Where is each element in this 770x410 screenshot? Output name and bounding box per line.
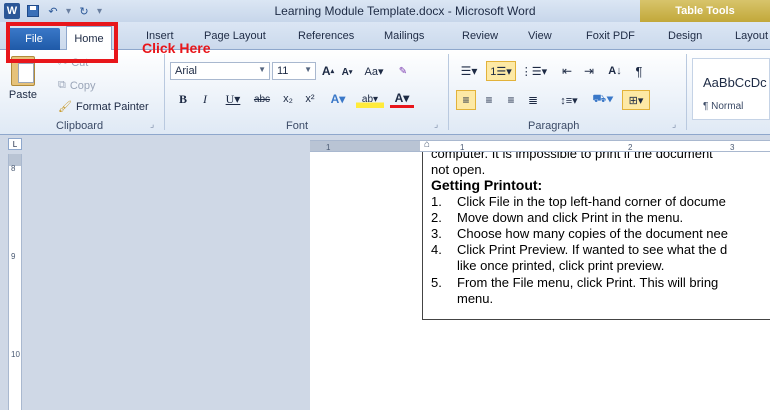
list-item-continuation: menu. <box>457 291 494 306</box>
tab-layout[interactable]: Layout <box>735 30 768 42</box>
tab-page-layout[interactable]: Page Layout <box>204 30 266 42</box>
list-item: Click File in the top left-hand corner o… <box>457 194 726 209</box>
strikethrough-icon[interactable]: abc <box>250 90 274 108</box>
borders-icon[interactable]: ⊞▾ <box>622 90 650 110</box>
subscript-icon[interactable]: x₂ <box>280 90 296 108</box>
table-tools-context-label: Table Tools <box>640 0 770 22</box>
multilevel-list-icon[interactable]: ⋮☰▾ <box>520 62 548 80</box>
list-item: Move down and click Print in the menu. <box>457 210 684 225</box>
list-number: 1. <box>431 194 442 209</box>
font-color-icon[interactable]: A▾ <box>390 90 414 108</box>
text-effects-icon[interactable]: A▾ <box>326 90 350 108</box>
ruler-tick: 1 <box>326 143 331 152</box>
tab-view[interactable]: View <box>528 30 552 42</box>
group-divider <box>448 54 449 130</box>
list-item: Click Print Preview. If wanted to see wh… <box>457 242 728 257</box>
indent-marker-icon[interactable]: ⌂ <box>424 141 430 150</box>
align-right-icon[interactable]: ≡ <box>502 90 520 110</box>
align-left-icon[interactable]: ≡ <box>456 90 476 110</box>
clipboard-group-label: Clipboard <box>56 120 104 132</box>
doc-heading: Getting Printout: <box>431 177 543 193</box>
chevron-down-icon: ▼ <box>304 65 312 74</box>
justify-icon[interactable]: ≣ <box>524 90 542 110</box>
paste-button[interactable]: Paste <box>6 56 40 106</box>
tab-design[interactable]: Design <box>668 30 702 42</box>
annotation-highlight-box <box>6 22 118 63</box>
group-divider <box>686 54 687 130</box>
sort-icon[interactable]: A↓ <box>606 62 624 80</box>
underline-icon[interactable]: U▾ <box>222 90 244 108</box>
paintbrush-icon: 🖌 <box>58 101 72 113</box>
superscript-icon[interactable]: x² <box>302 90 318 108</box>
list-item: Choose how many copies of the document n… <box>457 226 729 241</box>
show-formatting-icon[interactable]: ¶ <box>632 62 646 80</box>
copy-icon: ⧉ <box>58 79 66 91</box>
ruler-tick: 2 <box>628 143 633 152</box>
ruler-tick: 3 <box>730 143 735 152</box>
list-number: 4. <box>431 242 442 257</box>
bullets-icon[interactable]: ☰▾ <box>456 62 482 80</box>
doc-text-line: computer. It is impossible to print if t… <box>431 152 713 161</box>
paragraph-group-label: Paragraph <box>528 120 580 132</box>
highlight-color-icon[interactable]: ab▾ <box>356 90 384 108</box>
group-divider <box>164 54 165 130</box>
style-sample-text: AaBbCcDc <box>703 75 767 90</box>
shrink-font-icon[interactable]: A ▾ <box>340 63 354 81</box>
font-name-combobox[interactable]: Arial ▼ <box>170 62 270 80</box>
increase-indent-icon[interactable]: ⇥ <box>580 62 598 80</box>
decrease-indent-icon[interactable]: ⇤ <box>558 62 576 80</box>
font-size-value: 11 <box>277 65 289 77</box>
tab-selector-icon[interactable]: L <box>8 138 22 150</box>
bold-icon[interactable]: B <box>176 90 190 108</box>
change-case-icon[interactable]: Aa▾ <box>360 62 388 80</box>
tab-references[interactable]: References <box>298 30 354 42</box>
list-item-continuation: like once printed, click print preview. <box>457 258 665 273</box>
format-painter-button[interactable]: 🖌 Format Painter <box>58 100 149 114</box>
tab-foxit-pdf[interactable]: Foxit PDF <box>586 30 635 42</box>
list-item: From the File menu, click Print. This wi… <box>457 275 719 290</box>
vertical-ruler[interactable]: 8 9 10 <box>8 154 22 410</box>
word-window: W ↶ ▾ ↻ ▾ Learning Module Template.docx … <box>0 0 770 410</box>
list-number: 2. <box>431 210 442 225</box>
tab-review[interactable]: Review <box>462 30 498 42</box>
italic-icon[interactable]: I <box>198 90 212 108</box>
list-number: 3. <box>431 226 442 241</box>
paste-label: Paste <box>8 89 38 101</box>
ruler-tick: 10 <box>11 350 20 359</box>
font-group-label: Font <box>286 120 309 132</box>
doc-text-line: not open. <box>431 162 486 177</box>
copy-button[interactable]: ⧉ Copy <box>58 79 96 92</box>
style-name-label: ¶ Normal <box>703 101 744 112</box>
chevron-down-icon: ▼ <box>258 65 266 74</box>
font-name-value: Arial <box>175 65 198 77</box>
list-number: 5. <box>431 275 442 290</box>
ruler-tick: 1 <box>460 143 465 152</box>
ruler-tick: 9 <box>11 252 16 261</box>
style-normal[interactable]: AaBbCcDc ¶ Normal <box>692 58 770 120</box>
title-bar: W ↶ ▾ ↻ ▾ Learning Module Template.docx … <box>0 0 770 22</box>
horizontal-ruler[interactable]: 1 1 2 3 ⌂ <box>310 140 770 152</box>
grow-font-icon[interactable]: A ▴ <box>320 62 336 80</box>
align-center-icon[interactable]: ≡ <box>480 90 498 110</box>
font-size-combobox[interactable]: 11 ▼ <box>272 62 316 80</box>
clipboard-launcher-icon[interactable]: ⌟ <box>150 119 154 130</box>
paragraph-launcher-icon[interactable]: ⌟ <box>672 119 676 130</box>
font-launcher-icon[interactable]: ⌟ <box>434 119 438 130</box>
annotation-click-here: Click Here <box>142 40 211 56</box>
numbering-icon[interactable]: 1☰▾ <box>486 61 516 81</box>
tab-mailings[interactable]: Mailings <box>384 30 424 42</box>
shading-icon[interactable]: ⛟▾ <box>590 90 616 110</box>
ruler-tick: 8 <box>11 164 16 173</box>
line-spacing-icon[interactable]: ↕≡▾ <box>556 90 582 110</box>
copy-label: Copy <box>69 79 96 92</box>
document-table-cell[interactable]: computer. It is impossible to print if t… <box>422 152 770 320</box>
format-painter-label: Format Painter <box>75 100 149 113</box>
clear-formatting-icon[interactable]: ✎ <box>394 62 412 80</box>
